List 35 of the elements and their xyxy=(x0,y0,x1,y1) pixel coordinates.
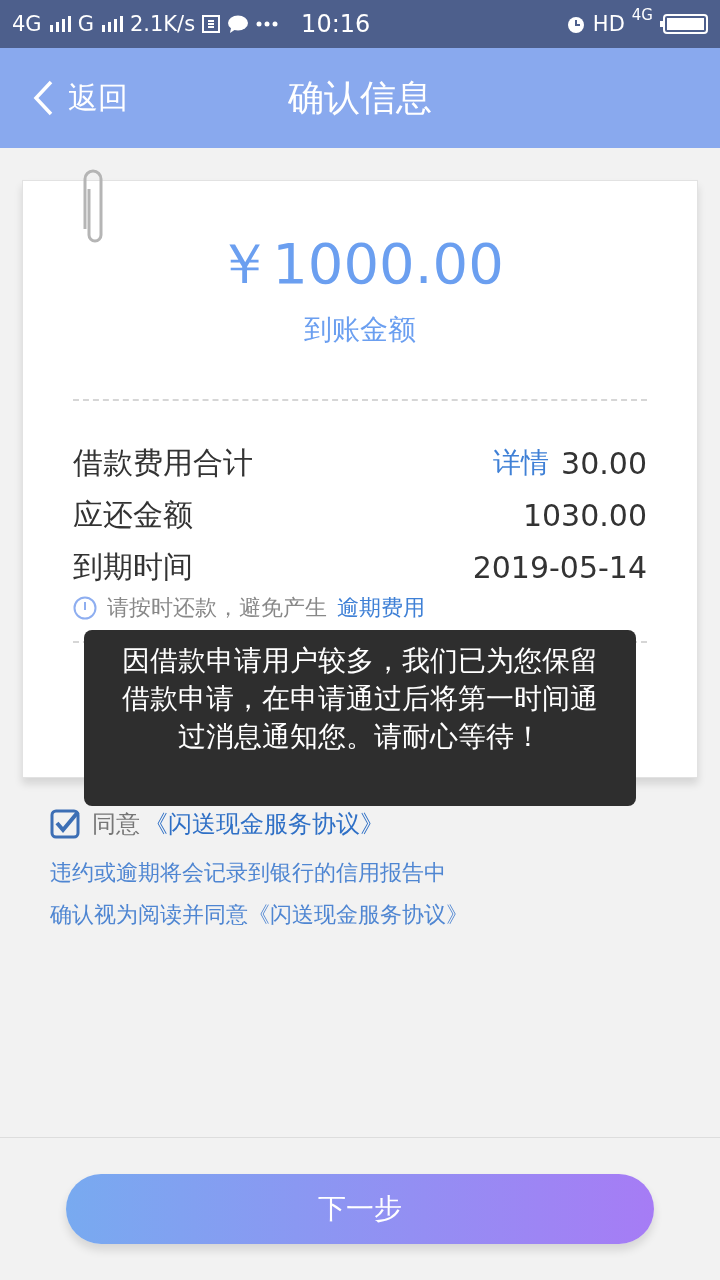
agree-label: 同意 xyxy=(92,809,140,840)
alarm-clock-icon xyxy=(565,14,586,34)
row-value: 2019-05-14 xyxy=(472,549,647,585)
notice-text: 确认视为阅读并同意《闪送现金服务协议》 xyxy=(50,901,469,929)
notice-text: 违约或逾期将会记录到银行的信用报告中 xyxy=(50,859,447,887)
hd-label: HD xyxy=(592,12,625,36)
amount-label: 到账金额 xyxy=(303,312,417,348)
overdue-fee-link[interactable]: 逾期费用 xyxy=(337,593,425,623)
network-label: 4G xyxy=(12,12,42,36)
checkbox[interactable] xyxy=(50,809,80,839)
page-title: 确认信息 xyxy=(288,75,432,120)
more-icon xyxy=(256,21,279,27)
battery-icon xyxy=(660,14,708,34)
tip-text: 请按时还款，避免产生 xyxy=(107,594,327,622)
network-speed: 2.1K/s xyxy=(129,12,196,36)
toast-message: 因借款申请用户较多，我们已为您保留借款申请，在申请通过后将第一时间通过消息通知您。请耐心等待！ xyxy=(84,630,636,806)
row-label: 应还金额 xyxy=(73,495,193,534)
network-label: G xyxy=(77,12,94,36)
chevron-left-icon xyxy=(32,80,54,116)
network-label: 4G xyxy=(631,6,653,24)
details-link[interactable]: 详情 xyxy=(493,444,550,482)
back-button[interactable]: 返回 xyxy=(32,77,128,119)
row-label: 借款费用合计 xyxy=(73,443,253,482)
signal-icon xyxy=(48,16,71,32)
info-icon xyxy=(73,596,97,620)
amount-value: ￥1000.00 xyxy=(215,230,505,298)
row-value: 30.00 xyxy=(561,445,647,481)
clock-time: 10:16 xyxy=(301,10,371,38)
next-step-button[interactable]: 下一步 xyxy=(66,1174,654,1244)
row-label: 到期时间 xyxy=(73,547,193,586)
agreement-link[interactable]: 《闪送现金服务协议》 xyxy=(144,808,384,840)
chat-bubble-icon xyxy=(227,15,250,33)
app-icon xyxy=(202,15,221,33)
signal-icon xyxy=(100,16,123,32)
row-value: 1030.00 xyxy=(522,497,647,533)
